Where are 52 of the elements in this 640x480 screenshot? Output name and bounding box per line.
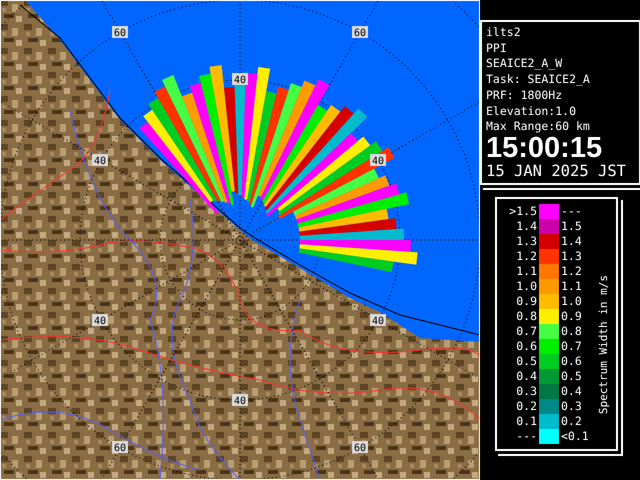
legend-label: 0.7: [560, 339, 583, 354]
info-text: SEAICE2_A_W: [486, 56, 562, 72]
legend-label: 1.1: [560, 279, 583, 294]
info-text: ilts2: [486, 25, 521, 41]
legend-label: ---: [560, 204, 583, 218]
legend-label: 0.3: [560, 399, 583, 414]
range-label: 40: [370, 314, 386, 327]
info-text: PRF: 1800Hz: [486, 88, 562, 104]
date-text: 15 JAN 2025 JST: [486, 162, 626, 181]
info-text: Elevation:1.0: [486, 104, 576, 120]
range-label: 60: [112, 441, 128, 454]
legend-label: 0.7: [515, 324, 538, 338]
legend-label: 0.9: [515, 294, 538, 308]
legend-label: 1.4: [560, 234, 583, 248]
legend-label: 1.0: [515, 279, 538, 294]
legend-label: 0.2: [560, 414, 583, 428]
legend-label: 0.4: [560, 384, 583, 398]
legend-label: 0.8: [560, 324, 583, 338]
legend-label: 0.1: [515, 414, 538, 428]
range-label: 40: [92, 314, 108, 327]
legend-label: 0.9: [560, 309, 583, 324]
range-label: 40: [92, 154, 108, 167]
legend-label: >1.5: [508, 204, 538, 218]
range-label: 40: [232, 394, 248, 407]
info-text: Max Range:60 km: [486, 119, 590, 135]
legend-label: 1.2: [560, 264, 583, 278]
legend-label: 0.5: [560, 369, 583, 384]
legend-label: 1.5: [560, 219, 583, 234]
time-text: 15:00:15: [486, 134, 602, 162]
legend-label: 1.0: [560, 294, 583, 308]
legend-label: <0.1: [560, 429, 590, 444]
legend-label: 0.3: [515, 384, 538, 398]
range-label: 40: [370, 154, 386, 167]
legend-label: 1.2: [515, 249, 538, 264]
legend-label: 0.5: [515, 354, 538, 368]
legend-label: 0.6: [560, 354, 583, 368]
info-text: PPI: [486, 40, 507, 56]
range-label: 60: [112, 26, 128, 39]
legend-label: 0.4: [515, 369, 538, 384]
range-label: 60: [352, 26, 368, 39]
legend-label: 0.8: [515, 309, 538, 324]
legend-label: 1.1: [515, 264, 538, 278]
range-label: 60: [352, 441, 368, 454]
range-label: 40: [232, 73, 248, 86]
legend-label: 0.6: [515, 339, 538, 354]
legend-label: 1.3: [560, 249, 583, 264]
info-text: Task: SEAICE2_A: [486, 72, 590, 88]
legend-title: Spectrum Width in m/s: [597, 274, 610, 414]
legend-label: 0.2: [515, 399, 538, 414]
legend-label: 1.4: [515, 219, 538, 234]
legend-label: ---: [515, 429, 538, 444]
legend-label: 1.3: [515, 234, 538, 248]
